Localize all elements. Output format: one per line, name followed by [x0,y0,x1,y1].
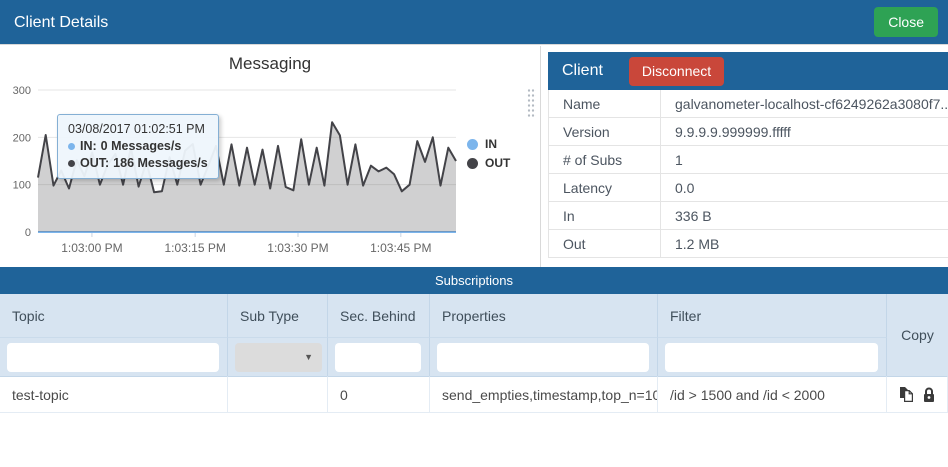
client-row-value: 0.0 [661,180,948,196]
panel-splitter [540,46,541,267]
column-header-filter: Filter [658,294,887,337]
subscription-row-filter: /id > 1500 and /id < 2000 [658,376,887,413]
x-axis-label: 1:03:00 PM [61,241,122,255]
client-row: # of Subs1 [549,146,948,174]
client-row-value: 1 [661,152,948,168]
chart-legend: IN OUT [467,137,510,175]
client-row: Namegalvanometer-localhost-cf6249262a308… [549,90,948,118]
column-header-topic: Topic [0,294,228,337]
messaging-chart: 0 100 200 300 1:03:00 PM 1:03:15 PM 1:03:30 PM… [0,85,540,260]
sub-type-filter-select[interactable]: ▼ [235,343,322,372]
lock-icon [922,386,936,403]
subscriptions-header: Subscriptions [0,267,948,294]
topic-filter-input[interactable] [7,343,219,372]
page-title: Client Details [14,0,108,45]
y-axis-label: 200 [13,132,31,144]
client-row-label: Name [549,90,661,117]
x-axis-label: 1:03:45 PM [370,241,431,255]
filter-cell-topic [0,337,228,376]
filter-cell-properties [430,337,658,376]
client-details-window: Client Details Close Messaging 0 100 200 30… [0,0,948,467]
disconnect-button[interactable]: Disconnect [629,57,724,86]
column-header-properties: Properties [430,294,658,337]
filter-cell-sub-type: ▼ [228,337,328,376]
in-series-dot-icon [467,139,478,150]
client-row-label: Out [549,230,661,257]
out-area [38,122,456,232]
out-series-dot-icon [467,158,478,169]
legend-label-in: IN [485,137,497,151]
client-panel: Client Disconnect Namegalvanometer-local… [548,52,948,258]
y-axis-label: 300 [13,85,31,97]
splitter-drag-handle[interactable] [527,88,536,117]
close-button[interactable]: Close [874,7,938,37]
client-row: Version9.9.9.9.999999.fffff [549,118,948,146]
client-info-table: Namegalvanometer-localhost-cf6249262a308… [548,90,948,258]
client-row-label: Version [549,118,661,145]
client-row-label: In [549,202,661,229]
client-row: Latency0.0 [549,174,948,202]
legend-item-in[interactable]: IN [467,137,510,151]
sec-behind-filter-input[interactable] [335,343,421,372]
y-axis-label: 0 [25,227,31,239]
copy-button[interactable] [899,386,914,403]
client-row-value: 9.9.9.9.999999.fffff [661,124,948,140]
copy-icon [899,386,914,403]
filter-cell-sec-behind [328,337,430,376]
column-header-sec-behind: Sec. Behind [328,294,430,337]
filter-filter-input[interactable] [665,343,878,372]
client-row: Out1.2 MB [549,230,948,258]
window-titlebar: Client Details Close [0,0,948,45]
filter-cell-filter [658,337,887,376]
subscriptions-section: Subscriptions Topic Sub Type Sec. Behind… [0,267,948,413]
subscriptions-table: Topic Sub Type Sec. Behind Properties Fi… [0,294,948,413]
column-header-copy: Copy [887,294,948,376]
chart-title: Messaging [0,54,540,74]
x-axis-label: 1:03:30 PM [267,241,328,255]
x-axis-label: 1:03:15 PM [164,241,225,255]
y-axis-label: 100 [13,180,31,192]
subscription-row-sec-behind: 0 [328,376,430,413]
client-panel-header: Client Disconnect [548,52,948,90]
client-row-value: 1.2 MB [661,236,948,252]
client-row-label: Latency [549,174,661,201]
legend-label-out: OUT [485,156,510,170]
subscription-row-topic: test-topic [0,376,228,413]
subscription-row-copy-actions [887,376,948,413]
client-row: In336 B [549,202,948,230]
column-header-sub-type: Sub Type [228,294,328,337]
legend-item-out[interactable]: OUT [467,156,510,170]
properties-filter-input[interactable] [437,343,649,372]
client-row-value: 336 B [661,208,948,224]
subscription-row-properties: send_empties,timestamp,top_n=10 [430,376,658,413]
client-row-value: galvanometer-localhost-cf6249262a3080f7.… [661,96,948,112]
client-panel-title: Client [562,62,603,80]
messaging-chart-panel: Messaging 0 100 200 300 1:03:00 PM 1:03:15 PM… [0,45,540,267]
subscription-row-sub-type [228,376,328,413]
lock-button[interactable] [922,386,936,403]
client-row-label: # of Subs [549,146,661,173]
chevron-down-icon: ▼ [304,352,313,362]
